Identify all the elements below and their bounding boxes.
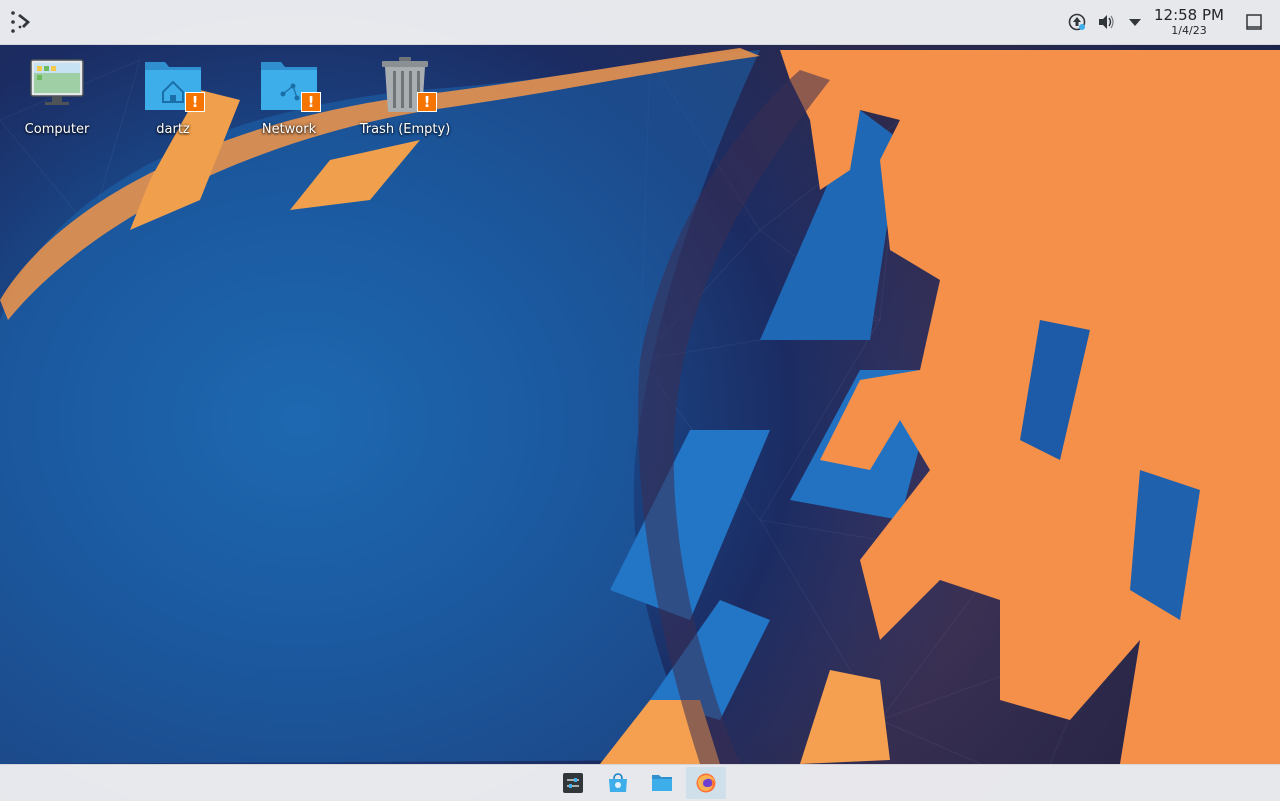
task-system-settings[interactable] — [553, 767, 593, 799]
tray-expand-arrow-icon[interactable] — [1124, 11, 1146, 33]
desktop-icon-label: Network — [261, 122, 317, 137]
home-folder-icon: ! — [141, 54, 205, 118]
desktop-icon-label: Trash (Empty) — [359, 122, 451, 137]
desktop-icon-network[interactable]: ! Network — [234, 54, 344, 144]
volume-icon[interactable] — [1095, 11, 1117, 33]
software-store-icon — [609, 773, 627, 792]
computer-icon — [25, 54, 89, 118]
folder-icon — [652, 775, 672, 791]
desktop-icon-label: dartz — [156, 122, 190, 137]
network-folder-icon: ! — [257, 54, 321, 118]
update-notifier-icon[interactable] — [1066, 11, 1088, 33]
clock-time: 12:58 PM — [1154, 6, 1224, 24]
task-firefox[interactable] — [686, 767, 726, 799]
trash-icon: ! — [373, 54, 437, 118]
top-panel: 12:58 PM 1/4/23 — [0, 0, 1280, 45]
settings-sliders-icon — [563, 773, 583, 793]
warning-badge-icon: ! — [417, 92, 437, 112]
application-launcher-button[interactable] — [6, 7, 36, 37]
kde-launcher-icon — [11, 11, 30, 33]
desktop-icon-label: Computer — [24, 122, 90, 137]
firefox-icon — [696, 773, 716, 793]
desktop-icon-computer[interactable]: Computer — [2, 54, 112, 144]
show-desktop-icon[interactable] — [1243, 11, 1265, 33]
desktop-icon-dartz[interactable]: ! dartz — [118, 54, 228, 144]
task-file-manager[interactable] — [642, 767, 682, 799]
bottom-panel-taskbar — [0, 764, 1280, 801]
clock-date: 1/4/23 — [1171, 24, 1207, 37]
digital-clock[interactable]: 12:58 PM 1/4/23 — [1148, 6, 1230, 37]
desktop-icon-trash[interactable]: ! Trash (Empty) — [350, 54, 460, 144]
warning-badge-icon: ! — [185, 92, 205, 112]
warning-badge-icon: ! — [301, 92, 321, 112]
task-discover[interactable] — [598, 767, 638, 799]
